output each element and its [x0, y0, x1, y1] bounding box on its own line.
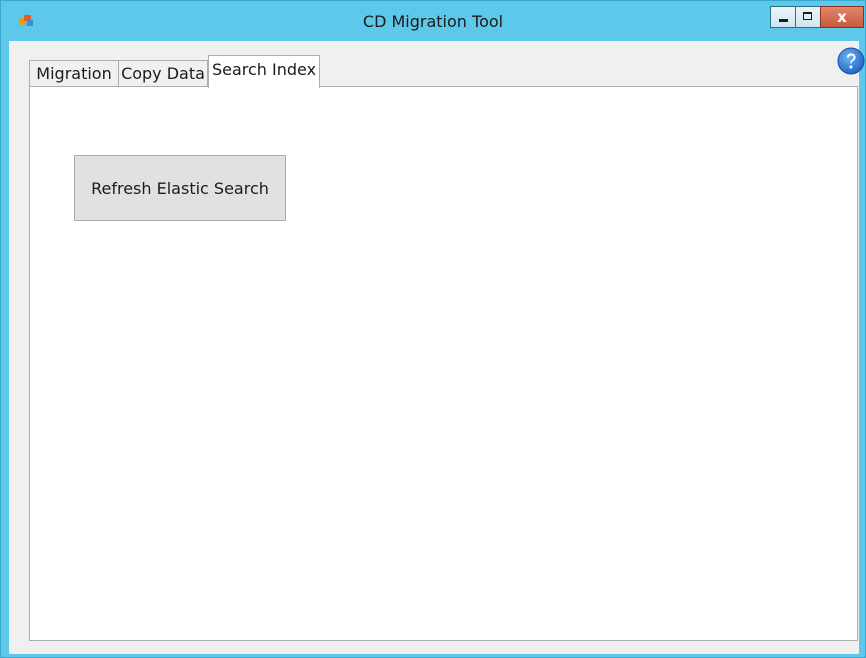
maximize-button[interactable]: [795, 6, 821, 28]
help-icon[interactable]: [837, 47, 865, 75]
tab-search-index[interactable]: Search Index: [208, 55, 320, 88]
close-icon: x: [837, 8, 847, 26]
search-index-panel: Refresh Elastic Search: [29, 86, 858, 641]
title-bar[interactable]: CD Migration Tool x: [1, 1, 865, 41]
tab-label: Search Index: [211, 60, 317, 79]
window-title: CD Migration Tool: [362, 12, 504, 31]
main-window: CD Migration Tool x Migration Copy Data …: [0, 0, 866, 658]
refresh-elastic-search-button[interactable]: Refresh Elastic Search: [74, 155, 286, 221]
client-area: Migration Copy Data Search Index Refresh…: [9, 41, 865, 654]
minimize-button[interactable]: [770, 6, 796, 28]
tab-label: Copy Data: [121, 64, 205, 83]
minimize-icon: [779, 19, 788, 22]
tab-migration[interactable]: Migration: [29, 60, 119, 87]
tab-label: Migration: [36, 64, 112, 83]
window-controls: x: [770, 6, 864, 30]
close-button[interactable]: x: [820, 6, 864, 28]
maximize-icon: [803, 12, 812, 20]
tab-copy-data[interactable]: Copy Data: [118, 60, 208, 87]
